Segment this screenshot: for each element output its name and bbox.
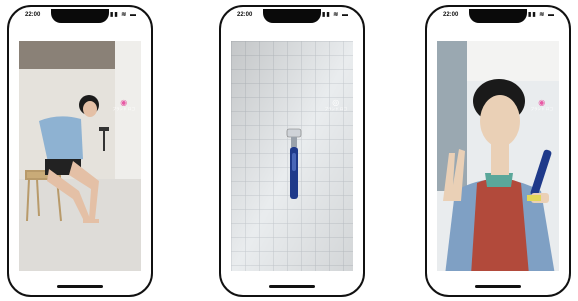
home-indicator[interactable] [57,285,103,288]
brand-logo-icon: ◎ [332,98,340,107]
brand-overlay: ◎ ブランド ロゴ [324,99,347,112]
phone-mockup-1: 22:00 ▮▮ ≋ ▬ ◉ ブランド ロゴ [7,5,153,297]
status-time: 22:00 [25,12,41,18]
status-bar: 22:00 ▮▮ ≋ ▬ [221,11,363,21]
video-frame-man-peace-sign[interactable]: ◉ ブランド ロゴ [437,41,559,271]
video-frame-razor-on-tiles[interactable]: ◎ ブランド ロゴ [231,41,353,271]
brand-logo-icon: ◉ [120,98,128,107]
video-frame-man-sitting[interactable]: ◉ ブランド ロゴ [19,41,141,271]
phone-mockup-3: 22:00 ▮▮ ≋ ▬ ◉ ブランド ロゴ [425,5,571,297]
overlay-caption: ブランド ロゴ [530,107,553,111]
brand-overlay: ◉ ブランド ロゴ [530,99,553,112]
scene-man-sitting [19,41,141,271]
status-bar: 22:00 ▮▮ ≋ ▬ [427,11,569,21]
scene-razor-tiles [231,41,353,271]
overlay-caption: ブランド ロゴ [324,107,347,111]
status-icons: ▮▮ ≋ ▬ [110,12,137,18]
status-bar: 22:00 ▮▮ ≋ ▬ [9,11,151,21]
status-icons: ▮▮ ≋ ▬ [528,12,555,18]
home-indicator[interactable] [475,285,521,288]
phone-mockup-2: 22:00 ▮▮ ≋ ▬ ◎ ブランド ロゴ [219,5,365,297]
scene-man-peace [437,41,559,271]
status-icons: ▮▮ ≋ ▬ [322,12,349,18]
brand-logo-icon: ◉ [538,98,546,107]
home-indicator[interactable] [269,285,315,288]
brand-overlay: ◉ ブランド ロゴ [112,99,135,112]
status-time: 22:00 [443,12,459,18]
status-time: 22:00 [237,12,253,18]
overlay-caption: ブランド ロゴ [112,107,135,111]
